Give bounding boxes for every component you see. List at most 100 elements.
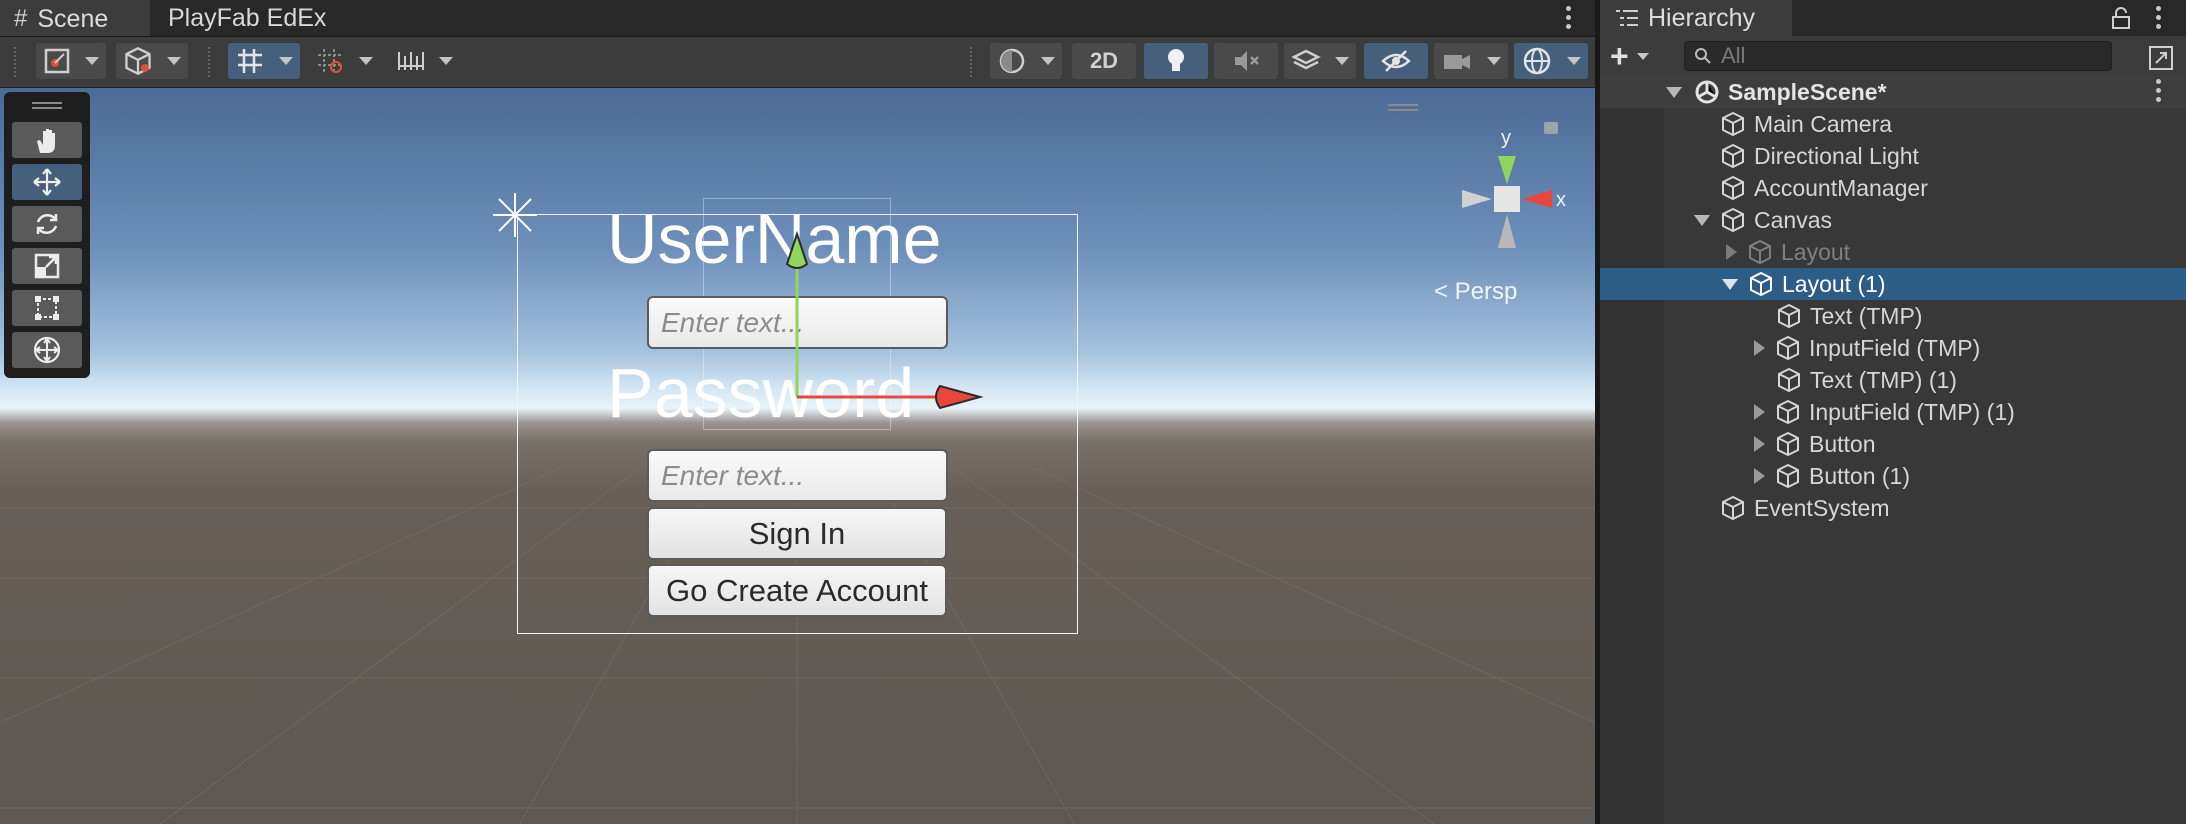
orientation-gizmo[interactable]: y x <box>1420 110 1570 250</box>
lock-icon[interactable] <box>2110 6 2132 30</box>
hierarchy-item-text-tmp[interactable]: Text (TMP) <box>1600 300 2186 332</box>
object-mode-button[interactable] <box>116 43 188 79</box>
gizmo-axis-y-label: y <box>1501 127 1511 149</box>
hierarchy-search-field[interactable]: All <box>1684 41 2112 71</box>
hash-icon: # <box>14 5 28 32</box>
gizmo-y-cone <box>1498 156 1516 184</box>
gameobject-cube-icon <box>1776 303 1802 329</box>
scale-tool[interactable] <box>12 248 82 284</box>
gizmo-x-cone <box>1522 190 1552 208</box>
gizmos-button[interactable] <box>1514 43 1588 79</box>
collapsed-arrow-icon[interactable] <box>1754 436 1765 452</box>
hierarchy-menu-icon[interactable] <box>2156 6 2162 29</box>
effects-button[interactable] <box>1284 43 1356 79</box>
tab-scene[interactable]: # Scene <box>0 0 150 36</box>
hierarchy-item-inputfield-tmp-1[interactable]: InputField (TMP) (1) <box>1600 396 2186 428</box>
hierarchy-item-button[interactable]: Button <box>1600 428 2186 460</box>
gameobject-cube-icon <box>1720 143 1746 169</box>
hierarchy-item-canvas[interactable]: Canvas <box>1600 204 2186 236</box>
search-placeholder: All <box>1721 43 1746 68</box>
collapsed-arrow-icon[interactable] <box>1726 244 1737 260</box>
chevron-down-icon <box>1335 57 1349 65</box>
rotate-tool[interactable] <box>12 206 82 242</box>
shading-sphere-icon <box>999 48 1025 74</box>
hierarchy-item-inputfield-tmp[interactable]: InputField (TMP) <box>1600 332 2186 364</box>
gameobject-cube-icon <box>1775 431 1801 457</box>
camera-icon <box>1444 55 1470 69</box>
increment-snap-icon <box>318 49 342 73</box>
hierarchy-item-label: InputField (TMP) (1) <box>1809 398 2015 425</box>
hierarchy-item-text-tmp-1[interactable]: Text (TMP) (1) <box>1600 364 2186 396</box>
collapsed-arrow-icon[interactable] <box>1754 468 1765 484</box>
collapsed-arrow-icon[interactable] <box>1754 404 1765 420</box>
gameobject-cube-icon <box>1748 271 1774 297</box>
hand-tool[interactable] <box>12 122 82 158</box>
scene-panel: # Scene PlayFab EdEx 2D UserName Enter t… <box>0 0 1595 824</box>
rect-tool[interactable] <box>12 290 82 326</box>
audio-toggle-button[interactable] <box>1214 43 1278 79</box>
lighting-toggle-button[interactable] <box>1144 43 1208 79</box>
chevron-down-icon <box>167 57 181 65</box>
hierarchy-item-label: Button (1) <box>1809 462 1910 489</box>
ruler-icon <box>398 52 424 70</box>
chevron-down-icon <box>279 57 293 65</box>
hidden-objects-toggle[interactable] <box>1364 43 1428 79</box>
shading-mode-button[interactable] <box>990 43 1062 79</box>
mode-2d-button[interactable]: 2D <box>1072 43 1136 79</box>
tab-playfab-edex[interactable]: PlayFab EdEx <box>152 0 348 36</box>
create-account-button[interactable]: Go Create Account <box>647 564 947 617</box>
hierarchy-item-main-camera[interactable]: Main Camera <box>1600 108 2186 140</box>
hierarchy-item-label: Text (TMP) <box>1810 302 1923 329</box>
rotate-icon <box>36 213 58 235</box>
grid-snap-button[interactable] <box>228 43 300 79</box>
scene-row-menu-icon[interactable] <box>2156 79 2162 102</box>
search-icon <box>1695 48 1711 64</box>
move-tool[interactable] <box>12 164 82 200</box>
hierarchy-item-label: Text (TMP) (1) <box>1810 366 1957 393</box>
create-button[interactable]: + <box>1610 40 1666 72</box>
scene-name: SampleScene* <box>1728 78 1887 105</box>
scene-viewport[interactable]: UserName Enter text... Password Enter te… <box>0 88 1595 824</box>
hierarchy-item-label: Layout (1) <box>1782 270 1886 297</box>
scene-root-row[interactable]: SampleScene* <box>1600 76 2186 108</box>
hierarchy-item-account-manager[interactable]: AccountManager <box>1600 172 2186 204</box>
sign-in-button[interactable]: Sign In <box>647 507 947 560</box>
maximize-icon[interactable] <box>2148 45 2174 71</box>
projection-label[interactable]: < Persp <box>1434 278 1517 306</box>
tab-scene-label: Scene <box>37 4 109 33</box>
gizmo-grip[interactable] <box>1388 104 1418 106</box>
increment-snap-button[interactable] <box>308 43 380 79</box>
chevron-down-icon <box>85 57 99 65</box>
chevron-down-icon <box>359 57 373 65</box>
palette-grip[interactable] <box>32 102 62 104</box>
scene-menu-icon[interactable] <box>1566 6 1572 29</box>
gameobject-cube-icon <box>1720 111 1746 137</box>
tab-hierarchy[interactable]: Hierarchy <box>1600 0 1792 36</box>
panel-divider[interactable] <box>1595 0 1600 824</box>
grid-visibility-button[interactable] <box>388 43 460 79</box>
transform-tool[interactable] <box>12 332 82 368</box>
expand-arrow-icon[interactable] <box>1722 278 1738 290</box>
password-input-field[interactable]: Enter text... <box>647 449 948 502</box>
hierarchy-item-directional-light[interactable]: Directional Light <box>1600 140 2186 172</box>
scene-camera-button[interactable] <box>1434 43 1508 79</box>
expand-arrow-icon[interactable] <box>1666 86 1682 98</box>
toolbar-grip <box>208 47 212 77</box>
draw-mode-button[interactable] <box>36 43 106 79</box>
gameobject-cube-icon <box>1776 367 1802 393</box>
gizmo-axis-x-label: x <box>1556 189 1566 211</box>
hierarchy-item-label: InputField (TMP) <box>1809 334 1981 361</box>
gameobject-cube-icon <box>1720 207 1746 233</box>
grid-snap-icon <box>238 49 262 73</box>
move-handle-gizmo[interactable] <box>770 228 990 418</box>
hierarchy-item-event-system[interactable]: EventSystem <box>1600 492 2186 524</box>
hierarchy-item-button-1[interactable]: Button (1) <box>1600 460 2186 492</box>
hierarchy-item-label: Directional Light <box>1754 142 1919 169</box>
hierarchy-item-layout[interactable]: Layout <box>1600 236 2186 268</box>
collapsed-arrow-icon[interactable] <box>1754 340 1765 356</box>
hierarchy-item-layout-1[interactable]: Layout (1) <box>1600 268 2186 300</box>
y-axis-handle <box>785 230 809 269</box>
gameobject-cube-icon <box>1775 335 1801 361</box>
list-icon <box>1616 10 1638 26</box>
expand-arrow-icon[interactable] <box>1694 214 1710 226</box>
